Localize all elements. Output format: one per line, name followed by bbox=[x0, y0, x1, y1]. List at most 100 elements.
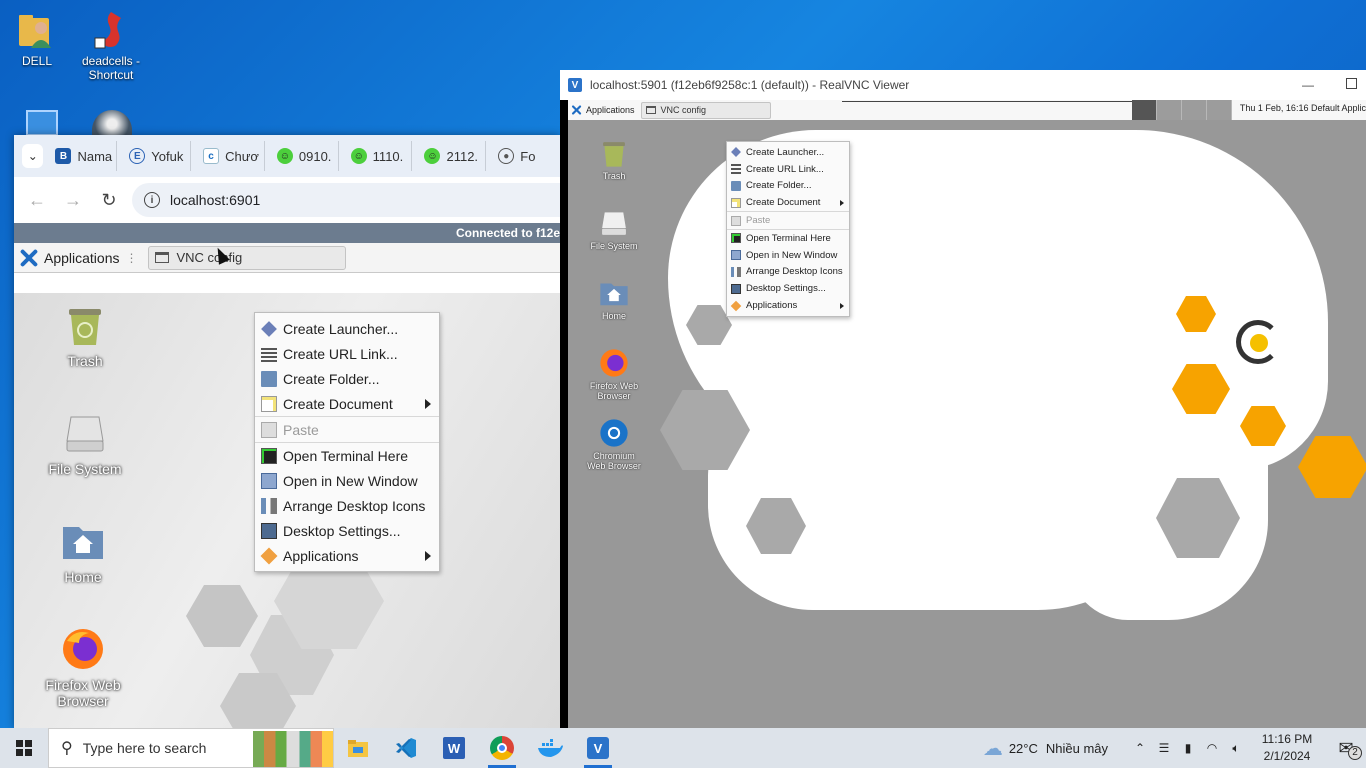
taskbar-docker[interactable] bbox=[526, 728, 574, 768]
wallpaper-hexagon bbox=[186, 585, 258, 647]
word-icon: W bbox=[443, 737, 465, 759]
vnc-menu-item-desktop-settings[interactable]: Desktop Settings... bbox=[727, 280, 849, 297]
vnc-remote-screen[interactable]: Applications VNC config Thu 1 Feb, 16:16… bbox=[568, 100, 1366, 728]
this-pc-icon[interactable] bbox=[26, 110, 58, 136]
menu-item-label: Open in New Window bbox=[746, 249, 838, 261]
window-button-vnc-config[interactable]: VNC config bbox=[147, 245, 346, 270]
desktop-icon-deadcells[interactable]: deadcells - Shortcut bbox=[76, 10, 146, 82]
vnc-menu-item-create-document[interactable]: Create Document bbox=[727, 194, 849, 211]
vnc-applications-menu-button[interactable]: Applications bbox=[586, 105, 635, 115]
tab-yofuk[interactable]: E Yofuk bbox=[121, 141, 192, 171]
workspace-3[interactable] bbox=[1182, 100, 1207, 120]
menu-item-arrange-desktop-icons[interactable]: Arrange Desktop Icons bbox=[255, 493, 439, 518]
menu-item-applications[interactable]: Applications bbox=[255, 543, 439, 568]
vnc-desktop-icon-chromium[interactable]: Chromium Web Browser bbox=[584, 418, 644, 471]
menu-item-label: Create Folder... bbox=[283, 370, 380, 387]
minimize-icon[interactable]: — bbox=[1302, 78, 1314, 92]
vnc-menu-item-create-url-link[interactable]: Create URL Link... bbox=[727, 161, 849, 178]
submenu-arrow-icon bbox=[425, 550, 431, 561]
applications-menu-button[interactable]: Applications bbox=[44, 250, 120, 266]
applications-icon bbox=[730, 300, 742, 311]
tab-2112[interactable]: ☺ 2112. bbox=[416, 141, 487, 171]
docker-icon bbox=[538, 739, 563, 757]
tab-0910[interactable]: ☺ 0910. bbox=[269, 141, 339, 171]
paste-icon bbox=[261, 421, 277, 438]
vnc-menu-item-paste: Paste bbox=[727, 212, 849, 229]
menu-item-create-launcher[interactable]: Create Launcher... bbox=[255, 316, 439, 341]
vnc-menu-item-create-folder[interactable]: Create Folder... bbox=[727, 178, 849, 195]
menu-item-create-folder[interactable]: Create Folder... bbox=[255, 366, 439, 391]
drive-icon bbox=[63, 411, 107, 455]
start-button[interactable] bbox=[0, 728, 48, 768]
vnc-desktop-icon-firefox[interactable]: Firefox Web Browser bbox=[584, 348, 644, 401]
notification-center-button[interactable]: ✉ 2 bbox=[1326, 738, 1366, 760]
tab-search-chevron-down-icon[interactable]: ⌄ bbox=[22, 144, 44, 168]
reload-icon[interactable]: ↻ bbox=[96, 187, 122, 213]
taskbar-chrome[interactable] bbox=[478, 728, 526, 768]
panel-line bbox=[842, 100, 1136, 102]
address-bar[interactable]: i localhost:6901 bbox=[132, 183, 560, 217]
vnc-titlebar: V localhost:5901 (f12eb6f9258c:1 (defaul… bbox=[560, 70, 1366, 100]
menu-item-label: Paste bbox=[746, 215, 771, 227]
vnc-connection-status: Connected to f12e bbox=[14, 223, 560, 243]
vnc-menu-item-create-launcher[interactable]: Create Launcher... bbox=[727, 144, 849, 161]
taskbar-search-box[interactable]: ⚲ Type here to search bbox=[48, 728, 334, 768]
tab-1110[interactable]: ☺ 1110. bbox=[343, 141, 413, 171]
forward-arrow-icon[interactable]: → bbox=[60, 187, 86, 213]
taskbar-word[interactable]: W bbox=[430, 728, 478, 768]
vnc-desktop-icon-file-system[interactable]: File System bbox=[584, 208, 644, 251]
weather-cloud-icon[interactable]: ☁ bbox=[983, 736, 1003, 761]
trash-icon bbox=[63, 303, 107, 347]
maximize-icon[interactable] bbox=[1346, 78, 1357, 89]
xfce-logo-icon bbox=[571, 105, 582, 116]
workspace-2[interactable] bbox=[1157, 100, 1182, 120]
remote-xfce-panel: Applications ⋮ VNC config bbox=[14, 243, 560, 273]
vnc-desktop-context-menu: Create Launcher... Create URL Link... Crea… bbox=[726, 141, 850, 317]
vnc-menu-item-open-in-new-window[interactable]: Open in New Window bbox=[727, 247, 849, 264]
tab-nama[interactable]: B Nama bbox=[47, 141, 118, 171]
ime-icon[interactable]: ☰ bbox=[1152, 741, 1176, 755]
vnc-window-button-vnc-config[interactable]: VNC config bbox=[640, 101, 771, 119]
weather-desc[interactable]: Nhiều mây bbox=[1046, 741, 1108, 756]
taskbar-clock[interactable]: 11:16 PM 2/1/2024 bbox=[1248, 731, 1326, 765]
tab-chuong[interactable]: c Chươ bbox=[195, 141, 265, 171]
back-arrow-icon[interactable]: ← bbox=[24, 187, 50, 213]
workspace-1[interactable] bbox=[1132, 100, 1157, 120]
remote-desktop-icon-home[interactable]: Home bbox=[38, 519, 128, 585]
vnc-desktop-icon-trash[interactable]: Trash bbox=[584, 138, 644, 181]
taskbar-file-explorer[interactable] bbox=[334, 728, 382, 768]
notification-count: 2 bbox=[1348, 745, 1362, 760]
volume-icon[interactable]: 🔈︎ bbox=[1224, 741, 1248, 756]
menu-item-create-url-link[interactable]: Create URL Link... bbox=[255, 341, 439, 366]
menu-item-label: Arrange Desktop Icons bbox=[746, 266, 843, 278]
battery-icon[interactable]: ▮ bbox=[1176, 741, 1200, 755]
workspace-4[interactable] bbox=[1207, 100, 1232, 120]
remote-desktop-icon-file-system[interactable]: File System bbox=[40, 411, 130, 477]
search-highlight-books-icon bbox=[253, 731, 333, 767]
tab-fo[interactable]: ● Fo bbox=[490, 141, 560, 171]
windows-logo-icon bbox=[16, 740, 32, 756]
site-info-icon[interactable]: i bbox=[144, 192, 160, 208]
remote-desktop-icon-trash[interactable]: Trash bbox=[40, 303, 130, 369]
deadcells-icon bbox=[91, 10, 131, 50]
workspace-switcher bbox=[1132, 100, 1232, 120]
vnc-desktop-icon-home[interactable]: Home bbox=[584, 278, 644, 321]
vnc-menu-item-applications[interactable]: Applications bbox=[727, 297, 849, 314]
remote-desktop-icon-firefox[interactable]: Firefox Web Browser bbox=[38, 627, 128, 709]
vnc-menu-item-open-terminal-here[interactable]: Open Terminal Here bbox=[727, 230, 849, 247]
menu-item-desktop-settings[interactable]: Desktop Settings... bbox=[255, 518, 439, 543]
desktop-icon-dell[interactable]: DELL bbox=[2, 10, 72, 68]
taskbar-vscode[interactable] bbox=[382, 728, 430, 768]
chevron-up-icon[interactable]: ⌃ bbox=[1128, 741, 1152, 755]
menu-item-open-terminal-here[interactable]: Open Terminal Here bbox=[255, 443, 439, 468]
vnc-menu-item-arrange-desktop-icons[interactable]: Arrange Desktop Icons bbox=[727, 264, 849, 281]
menu-item-create-document[interactable]: Create Document bbox=[255, 391, 439, 416]
system-tray: ☁ 22°C Nhiều mây ⌃ ☰ ▮ ◠ 🔈︎ 11:16 PM 2/1… bbox=[983, 728, 1366, 768]
weather-temp[interactable]: 22°C bbox=[1009, 741, 1038, 756]
wifi-icon[interactable]: ◠ bbox=[1200, 741, 1224, 755]
taskbar-realvnc[interactable]: V bbox=[574, 728, 622, 768]
smiley-icon: ☺ bbox=[350, 148, 367, 164]
recycle-bin-icon[interactable] bbox=[92, 110, 132, 138]
menu-item-label: Create URL Link... bbox=[283, 345, 398, 362]
menu-item-open-in-new-window[interactable]: Open in New Window bbox=[255, 468, 439, 493]
